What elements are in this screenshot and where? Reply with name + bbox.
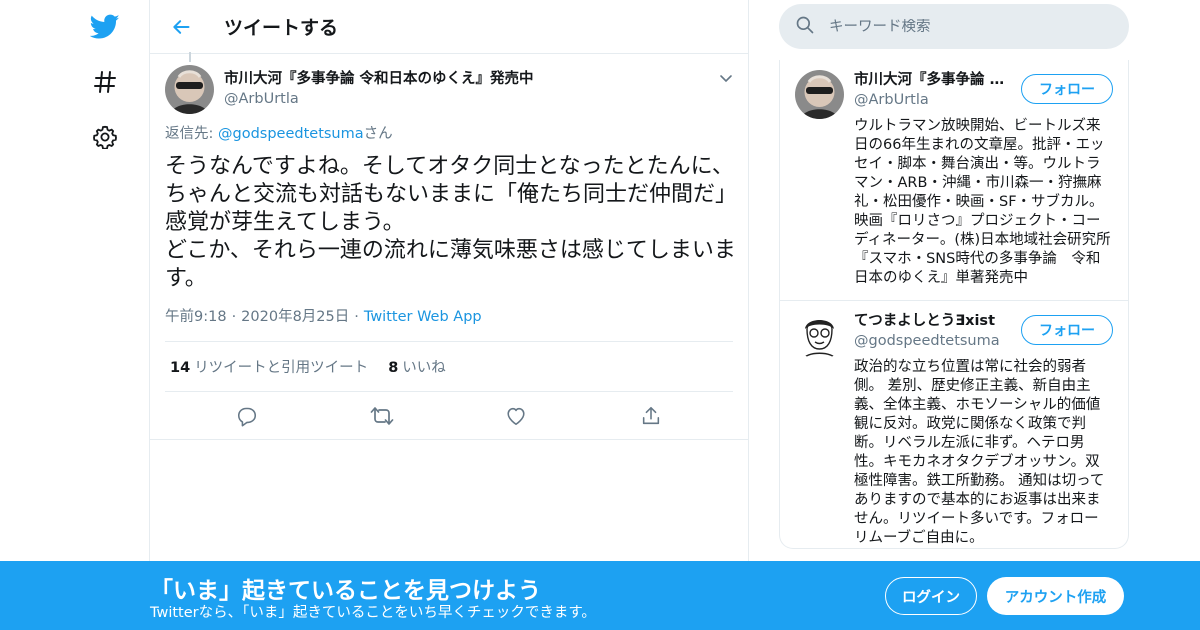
chevron-down-icon[interactable]	[715, 67, 737, 89]
user-card: 市川大河『多事争論 令和日本のゆくえ』発売中 @ArbUrtla フォロー ウル…	[780, 60, 1128, 300]
signup-button[interactable]: アカウント作成	[987, 577, 1124, 615]
avatar[interactable]	[795, 70, 844, 119]
retweet-icon[interactable]	[365, 399, 399, 433]
signup-banner: 「いま」起きていることを見つけよう Twitterなら、「いま」起きていることを…	[0, 561, 1200, 630]
banner-title: 「いま」起きていることを見つけよう	[150, 578, 541, 604]
user-info: てつまよしとうƎxist @godspeedtetsuma	[854, 311, 1014, 351]
tweet-stats: 14 リツイートと引用ツイート 8 いいね	[165, 341, 733, 392]
banner-subtitle: Twitterなら、「いま」起きていることをいち早くチェックできます。	[150, 605, 596, 621]
share-icon[interactable]	[634, 399, 668, 433]
like-stat[interactable]: 8 いいね	[388, 356, 446, 377]
user-bio: ウルトラマン放映開始、ビートルズ来日の66年生まれの文章屋。批評・エッセイ・脚本…	[854, 118, 1111, 286]
follow-button[interactable]: フォロー	[1021, 315, 1113, 345]
page-title: ツイートする	[224, 17, 339, 39]
tweet-detail: 市川大河『多事争論 令和日本のゆくえ』発売中 @ArbUrtla 返信先: @g…	[150, 52, 748, 440]
left-nav	[0, 0, 150, 630]
retweet-stat[interactable]: 14 リツイートと引用ツイート	[170, 356, 368, 377]
like-count: 8	[388, 360, 399, 376]
user-card: てつまよしとうƎxist @godspeedtetsuma フォロー 政治的な立…	[780, 300, 1128, 560]
tweet-source[interactable]: Twitter Web App	[364, 307, 482, 327]
reply-context: 返信先: @godspeedtetsumaさん	[165, 124, 733, 144]
meta-separator: ·	[231, 309, 237, 325]
user-name[interactable]: 市川大河『多事争論 令和日本のゆくえ』発売中	[854, 70, 1014, 90]
search-input[interactable]	[829, 18, 1109, 35]
arrow-left-icon[interactable]	[166, 12, 196, 42]
tweet-date[interactable]: 2020年8月25日	[241, 307, 349, 327]
tweet-text: そうなんですよね。そしてオタク同士となったとたんに、ちゃんと交流も対話もないまま…	[165, 154, 738, 291]
author-name[interactable]: 市川大河『多事争論 令和日本のゆくえ』発売中	[224, 69, 715, 89]
login-button[interactable]: ログイン	[885, 577, 977, 615]
main-column: ツイートする 市川大河『多事争論 令和日本のゆくえ』発売中 @ArbUrtla	[149, 0, 749, 630]
tweet-actions	[150, 392, 748, 440]
retweet-label: リツイートと引用ツイート	[194, 360, 369, 376]
twitter-bird-icon[interactable]	[84, 6, 126, 48]
reply-to-link[interactable]: @godspeedtetsuma	[218, 126, 364, 142]
search-box[interactable]	[779, 4, 1129, 49]
meta-separator: ·	[354, 309, 359, 325]
like-label: いいね	[402, 360, 446, 376]
author-names: 市川大河『多事争論 令和日本のゆくえ』発売中 @ArbUrtla	[224, 69, 715, 109]
user-info: 市川大河『多事争論 令和日本のゆくえ』発売中 @ArbUrtla	[854, 70, 1014, 110]
related-users: 市川大河『多事争論 令和日本のゆくえ』発売中 @ArbUrtla フォロー ウル…	[779, 60, 1129, 549]
user-handle[interactable]: @godspeedtetsuma	[854, 331, 1014, 351]
author-handle[interactable]: @ArbUrtla	[224, 89, 715, 109]
tweet-author-row: 市川大河『多事争論 令和日本のゆくえ』発売中 @ArbUrtla	[165, 54, 733, 114]
thread-connector	[189, 52, 191, 62]
gear-icon[interactable]	[84, 116, 126, 158]
follow-button[interactable]: フォロー	[1021, 74, 1113, 104]
user-bio: 政治的な立ち位置は常に社会的弱者側。 差別、歴史修正主義、新自由主義、全体主義、…	[854, 359, 1105, 546]
reply-icon[interactable]	[230, 399, 264, 433]
reply-suffix: さん	[363, 126, 393, 142]
reply-label: 返信先:	[165, 126, 218, 142]
retweet-count: 14	[170, 360, 191, 376]
hashtag-icon[interactable]	[84, 61, 126, 103]
search-icon	[795, 15, 815, 39]
avatar[interactable]	[165, 64, 214, 114]
like-icon[interactable]	[499, 399, 533, 433]
user-handle[interactable]: @ArbUrtla	[854, 90, 1014, 110]
user-name[interactable]: てつまよしとうƎxist	[854, 311, 1014, 331]
page-header: ツイートする	[150, 0, 748, 54]
tweet-meta: 午前9:18 · 2020年8月25日 · Twitter Web App	[165, 307, 733, 327]
tweet-time[interactable]: 午前9:18	[165, 307, 227, 327]
avatar[interactable]	[795, 311, 844, 360]
